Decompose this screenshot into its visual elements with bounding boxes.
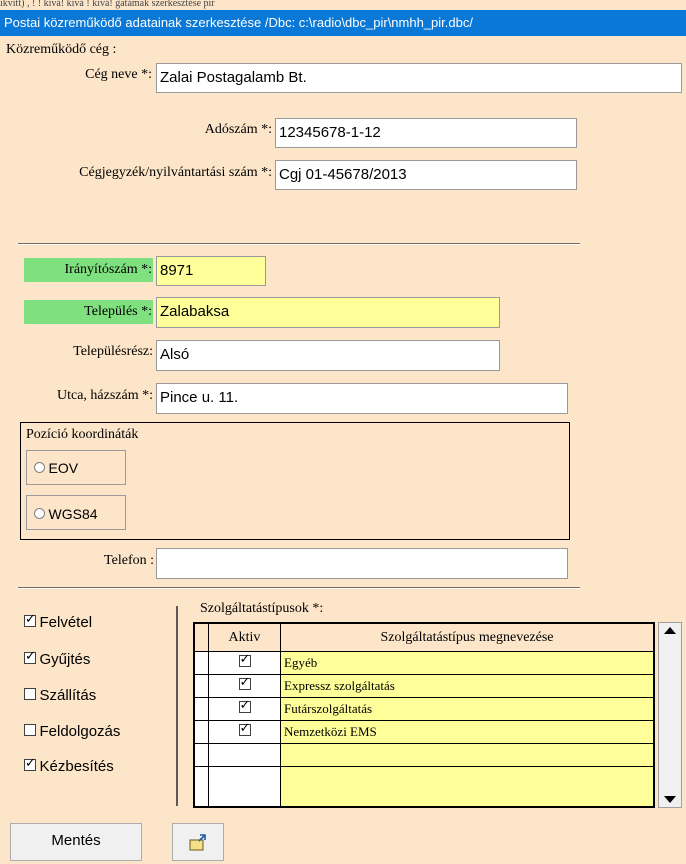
activity-label: Szállítás [39, 687, 97, 704]
activity-label: Feldolgozás [39, 723, 121, 740]
activity-szallitas[interactable]: Szállítás [24, 687, 96, 705]
wgs84-radio-label: WGS84 [48, 506, 98, 522]
activity-feldolgozas[interactable]: Feldolgozás [24, 723, 120, 741]
check-mark-icon: ✓ [25, 649, 36, 664]
checkbox[interactable]: ✓ [24, 756, 36, 771]
active-cell[interactable]: ✓ [208, 651, 281, 675]
table-row[interactable]: ✓ Nemzetközi EMS [194, 720, 654, 744]
company-name-field[interactable]: Zalai Postagalamb Bt. [156, 63, 682, 93]
eov-radio-label: EOV [48, 460, 79, 476]
scroll-up-icon[interactable] [664, 627, 676, 634]
active-cell[interactable]: ✓ [208, 720, 281, 744]
checkbox[interactable]: ✓ [238, 652, 251, 667]
check-mark-icon: ✓ [239, 652, 251, 667]
active-cell[interactable] [208, 766, 281, 807]
row-selector[interactable] [194, 697, 209, 721]
exit-icon [189, 834, 206, 851]
service-name-cell[interactable]: Nemzetközi EMS [280, 720, 654, 744]
service-name-cell[interactable] [280, 743, 654, 767]
checkbox[interactable] [24, 688, 36, 700]
eov-radio-circle[interactable] [34, 462, 45, 473]
registry-number-label: Cégjegyzék/nyilvántartási szám *: [79, 165, 272, 180]
exit-button[interactable] [172, 823, 224, 861]
phone-label: Telefon : [104, 553, 154, 568]
vertical-divider [176, 606, 178, 806]
row-selector[interactable] [194, 674, 209, 698]
row-selector[interactable] [194, 743, 209, 767]
eov-radio[interactable]: EOV [34, 460, 78, 478]
table-row-empty[interactable] [194, 766, 654, 807]
row-selector[interactable] [194, 651, 209, 675]
services-table: Aktiv Szolgáltatástípus megnevezése ✓ Eg… [194, 623, 654, 807]
row-selector-header [194, 623, 209, 652]
check-mark-icon: ✓ [25, 756, 36, 771]
check-mark-icon: ✓ [239, 721, 251, 736]
active-cell[interactable]: ✓ [208, 697, 281, 721]
table-row[interactable]: ✓ Futárszolgáltatás [194, 697, 654, 721]
activity-felvetel[interactable]: ✓ Felvétel [24, 612, 93, 632]
company-section-label: Közreműködő cég : [6, 42, 117, 57]
active-cell[interactable] [208, 743, 281, 767]
section-divider-2 [18, 587, 580, 589]
checkbox[interactable]: ✓ [24, 612, 36, 627]
check-mark-icon: ✓ [25, 612, 36, 627]
position-group-label: Pozíció koordináták [26, 427, 139, 442]
tax-number-label: Adószám *: [204, 122, 272, 137]
service-name-cell[interactable] [280, 766, 654, 807]
window-top-strip: ikvítt) , ! ! kivá! kivá ! kivá! gatámak… [0, 0, 215, 9]
zip-code-field[interactable]: 8971 [156, 256, 266, 286]
company-name-label: Cég neve *: [85, 67, 152, 82]
services-label: Szolgáltatástípusok *: [200, 601, 324, 616]
column-header-active[interactable]: Aktiv [208, 623, 281, 652]
activity-label: Felvétel [39, 614, 93, 631]
city-label: Település *: [24, 300, 153, 324]
table-row[interactable]: ✓ Expressz szolgáltatás [194, 674, 654, 698]
service-name-cell[interactable]: Futárszolgáltatás [280, 697, 654, 721]
activity-label: Gyűjtés [39, 651, 91, 668]
street-label: Utca, házszám *: [56, 388, 153, 403]
district-field[interactable]: Alsó [156, 340, 500, 371]
scroll-down-icon[interactable] [664, 796, 676, 803]
table-row-empty[interactable] [194, 743, 654, 767]
row-selector[interactable] [194, 720, 209, 744]
column-header-service-name[interactable]: Szolgáltatástípus megnevezése [280, 623, 654, 652]
wgs84-radio[interactable]: WGS84 [34, 506, 98, 524]
active-cell[interactable]: ✓ [208, 674, 281, 698]
wgs84-radio-circle[interactable] [34, 508, 45, 519]
section-divider [18, 243, 580, 245]
checkbox[interactable]: ✓ [238, 698, 251, 713]
window-title-bar[interactable]: Postai közreműködő adatainak szerkesztés… [0, 10, 686, 36]
activity-kezbesites[interactable]: ✓ Kézbesítés [24, 756, 114, 776]
zip-code-label: Irányítószám *: [24, 258, 153, 282]
district-label: Településrész: [73, 344, 153, 359]
city-field[interactable]: Zalabaksa [156, 297, 500, 328]
services-header-row: Aktiv Szolgáltatástípus megnevezése [194, 623, 654, 652]
service-name-cell[interactable]: Egyéb [280, 651, 654, 675]
check-mark-icon: ✓ [239, 698, 251, 713]
checkbox[interactable]: ✓ [238, 675, 251, 690]
registry-number-field[interactable]: Cgj 01-45678/2013 [275, 160, 577, 190]
services-grid[interactable]: Aktiv Szolgáltatástípus megnevezése ✓ Eg… [193, 622, 655, 808]
service-name-cell[interactable]: Expressz szolgáltatás [280, 674, 654, 698]
checkbox[interactable]: ✓ [24, 649, 36, 664]
save-button[interactable]: Mentés [10, 823, 142, 861]
activity-label: Kézbesítés [39, 758, 114, 775]
phone-field[interactable] [156, 548, 568, 579]
table-row[interactable]: ✓ Egyéb [194, 651, 654, 675]
tax-number-field[interactable]: 12345678-1-12 [275, 118, 577, 148]
row-selector[interactable] [194, 766, 209, 807]
services-scrollbar[interactable] [658, 622, 682, 808]
activity-gyujtes[interactable]: ✓ Gyűjtés [24, 649, 91, 669]
street-field[interactable]: Pince u. 11. [156, 383, 568, 414]
window-title: Postai közreműködő adatainak szerkesztés… [4, 15, 473, 30]
checkbox[interactable] [24, 724, 36, 736]
check-mark-icon: ✓ [239, 675, 251, 690]
checkbox[interactable]: ✓ [238, 721, 251, 736]
